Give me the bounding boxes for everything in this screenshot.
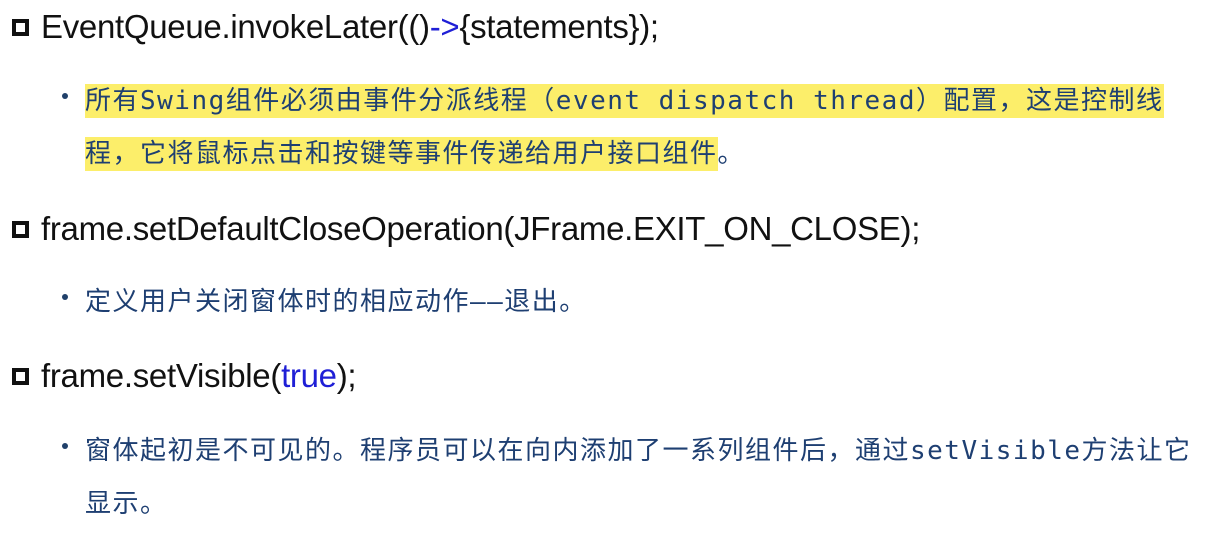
bullet-text: 所有Swing组件必须由事件分派线程（event dispatch thread…	[85, 75, 1210, 181]
bullet-dot-icon	[62, 294, 68, 300]
lambda-arrow: ->	[429, 8, 460, 45]
true-keyword: true	[281, 357, 337, 394]
code-heading-invoke-later: EventQueue.invokeLater(()->{statements})…	[12, 8, 659, 46]
highlighted-text: 所有Swing组件必须由事件分派线程（event dispatch thread…	[85, 84, 1164, 171]
heading-code-prefix: EventQueue.invokeLater(()	[41, 8, 430, 45]
code-heading-close-operation: frame.setDefaultCloseOperation(JFrame.EX…	[12, 210, 920, 248]
bullet-text-tail: 。	[717, 139, 746, 169]
heading-code-text: frame.setDefaultCloseOperation(JFrame.EX…	[41, 210, 921, 247]
checkbox-bullet-icon	[12, 367, 29, 385]
bullet-item-edt: 所有Swing组件必须由事件分派线程（event dispatch thread…	[62, 75, 1210, 181]
bullet-item-visible: 窗体起初是不可见的。程序员可以在向内添加了一系列组件后，通过setVisible…	[62, 425, 1210, 531]
bullet-dot-icon	[62, 93, 68, 99]
heading-code-suffix: );	[336, 357, 357, 394]
checkbox-bullet-icon	[12, 18, 29, 36]
bullet-item-close: 定义用户关闭窗体时的相应动作——退出。	[62, 276, 1210, 329]
checkbox-bullet-icon	[12, 220, 29, 238]
heading-code-prefix: frame.setVisible(	[41, 357, 282, 394]
heading-code-text: frame.setVisible(true);	[41, 357, 357, 395]
code-heading-set-visible: frame.setVisible(true);	[12, 357, 357, 395]
heading-code-text: EventQueue.invokeLater(()->{statements})…	[41, 8, 659, 46]
bullet-text: 定义用户关闭窗体时的相应动作——退出。	[85, 287, 587, 317]
heading-code-suffix: {statements});	[459, 8, 659, 45]
bullet-text: 窗体起初是不可见的。程序员可以在向内添加了一系列组件后，通过setVisible…	[85, 436, 1192, 519]
bullet-dot-icon	[62, 443, 68, 449]
